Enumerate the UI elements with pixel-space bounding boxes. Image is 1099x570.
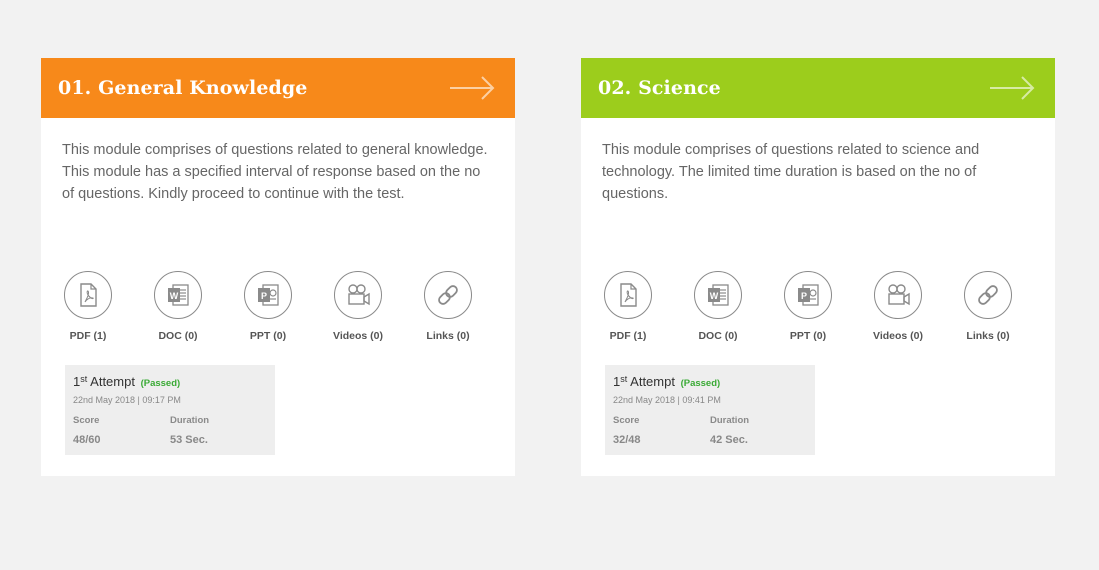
resource-ppt[interactable]: P PPT (0): [763, 271, 853, 342]
resource-label: Links (0): [426, 330, 470, 342]
link-icon[interactable]: [424, 271, 472, 319]
resource-pdf[interactable]: PDF (1): [43, 271, 133, 342]
svg-text:W: W: [170, 291, 179, 301]
status-badge: (Passed): [680, 378, 721, 389]
module-title: 01. General Knowledge: [58, 77, 308, 99]
resource-videos[interactable]: Videos (0): [313, 271, 403, 342]
ppt-icon[interactable]: P: [784, 271, 832, 319]
duration-label: Duration: [710, 415, 750, 426]
duration-stat: Duration 42 Sec.: [710, 415, 807, 446]
resource-label: Videos (0): [873, 330, 923, 342]
score-label: Score: [613, 415, 640, 426]
duration-value: 53 Sec.: [170, 434, 208, 446]
video-camera-icon[interactable]: [334, 271, 382, 319]
resource-pdf[interactable]: PDF (1): [583, 271, 673, 342]
resource-list: PDF (1) W DOC (0) P PPT (0) Videos (0) L…: [43, 271, 493, 342]
resource-label: PDF (1): [609, 330, 647, 342]
score-label: Score: [73, 415, 100, 426]
resource-label: PPT (0): [249, 330, 287, 342]
score-value: 32/48: [613, 434, 641, 446]
link-icon[interactable]: [964, 271, 1012, 319]
attempt-suffix: st: [80, 374, 88, 384]
svg-text:P: P: [801, 291, 807, 301]
module-header[interactable]: 01. General Knowledge: [41, 58, 515, 118]
resource-links[interactable]: Links (0): [943, 271, 1033, 342]
resource-label: DOC (0): [698, 330, 738, 342]
module-description: This module comprises of questions relat…: [62, 142, 488, 202]
module-title: 02. Science: [598, 77, 721, 99]
module-header[interactable]: 02. Science: [581, 58, 1055, 118]
module-card-science: 02. Science This module comprises of que…: [581, 58, 1055, 476]
resource-label: Links (0): [966, 330, 1010, 342]
attempt-title: 1st Attempt (Passed): [73, 374, 275, 392]
attempt-summary: 1st Attempt (Passed) 22nd May 2018 | 09:…: [65, 365, 275, 455]
resource-label: PDF (1): [69, 330, 107, 342]
attempt-datetime: 22nd May 2018 | 09:41 PM: [613, 395, 721, 405]
status-badge: (Passed): [140, 378, 181, 389]
svg-text:P: P: [261, 291, 267, 301]
attempt-datetime: 22nd May 2018 | 09:17 PM: [73, 395, 181, 405]
resource-list: PDF (1) W DOC (0) P PPT (0) Videos (0) L…: [583, 271, 1033, 342]
score-stat: Score 48/60: [73, 415, 170, 446]
resource-label: PPT (0): [789, 330, 827, 342]
ppt-icon[interactable]: P: [244, 271, 292, 319]
module-description: This module comprises of questions relat…: [602, 142, 980, 202]
attempt-title: 1st Attempt (Passed): [613, 374, 815, 392]
resource-ppt[interactable]: P PPT (0): [223, 271, 313, 342]
duration-label: Duration: [170, 415, 210, 426]
resource-doc[interactable]: W DOC (0): [673, 271, 763, 342]
attempt-word: Attempt: [90, 374, 135, 389]
attempt-stats: Score 32/48 Duration 42 Sec.: [613, 415, 815, 446]
arrow-right-icon[interactable]: [449, 75, 495, 101]
doc-icon[interactable]: W: [154, 271, 202, 319]
attempt-summary: 1st Attempt (Passed) 22nd May 2018 | 09:…: [605, 365, 815, 455]
svg-text:W: W: [710, 291, 719, 301]
duration-stat: Duration 53 Sec.: [170, 415, 267, 446]
pdf-icon[interactable]: [604, 271, 652, 319]
doc-icon[interactable]: W: [694, 271, 742, 319]
pdf-icon[interactable]: [64, 271, 112, 319]
attempt-suffix: st: [620, 374, 628, 384]
attempt-word: Attempt: [630, 374, 675, 389]
resource-doc[interactable]: W DOC (0): [133, 271, 223, 342]
score-value: 48/60: [73, 434, 101, 446]
duration-value: 42 Sec.: [710, 434, 748, 446]
arrow-right-icon[interactable]: [989, 75, 1035, 101]
video-camera-icon[interactable]: [874, 271, 922, 319]
resource-label: DOC (0): [158, 330, 198, 342]
resource-label: Videos (0): [333, 330, 383, 342]
score-stat: Score 32/48: [613, 415, 710, 446]
resource-videos[interactable]: Videos (0): [853, 271, 943, 342]
resource-links[interactable]: Links (0): [403, 271, 493, 342]
attempt-stats: Score 48/60 Duration 53 Sec.: [73, 415, 275, 446]
module-card-general-knowledge: 01. General Knowledge This module compri…: [41, 58, 515, 476]
